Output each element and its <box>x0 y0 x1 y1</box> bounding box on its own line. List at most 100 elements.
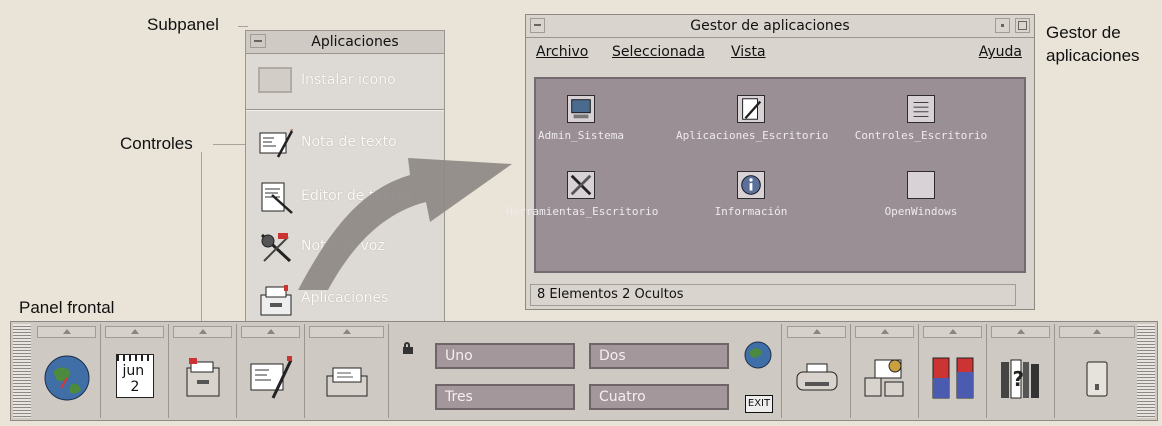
calendar-month: jun <box>122 363 145 379</box>
callout-controles: Controles <box>120 134 193 153</box>
menu-seleccionada[interactable]: Seleccionada <box>612 44 705 60</box>
install-icon-box-icon <box>258 67 292 93</box>
fp-slot-help: ? <box>987 324 1055 418</box>
subpanel-arrow-button[interactable] <box>37 326 96 338</box>
install-icon-label: Instalar icono <box>301 72 396 88</box>
subpanel-arrow-button[interactable] <box>991 326 1050 338</box>
app-manager-window: Gestor de aplicaciones Archivo Seleccion… <box>506 14 1035 310</box>
note-pen-icon[interactable] <box>247 354 295 402</box>
fp-slot-printer <box>783 324 851 418</box>
workspace-button[interactable]: Dos <box>589 343 729 369</box>
app-manager-titlebar[interactable]: Gestor de aplicaciones <box>526 15 1034 38</box>
app-group-label: OpenWindows <box>884 205 958 218</box>
trash-can-icon[interactable] <box>1073 354 1121 402</box>
app-group-item[interactable]: OpenWindows <box>846 171 996 229</box>
computer-icon <box>567 95 595 123</box>
front-panel: jun 2 Uno Dos Tres Cuatro EXIT ? <box>10 321 1158 421</box>
printer-icon[interactable] <box>793 354 841 402</box>
fp-slot-text-editor <box>237 324 305 418</box>
tools-icon <box>567 171 595 199</box>
menu-ayuda[interactable]: Ayuda <box>979 44 1022 60</box>
calendar-icon[interactable]: jun 2 <box>115 354 154 398</box>
pencil-pad-icon <box>737 95 765 123</box>
callout-gestor-line1: Gestor de <box>1046 23 1121 42</box>
workspace-label: Tres <box>445 389 473 405</box>
fp-slot-performance-meter <box>919 324 987 418</box>
help-books-icon[interactable]: ? <box>997 354 1045 402</box>
subpanel-titlebar[interactable]: Aplicaciones <box>246 31 444 54</box>
fp-slot-mailer <box>305 324 389 418</box>
fp-divider <box>781 324 782 418</box>
app-groups-area[interactable]: Admin_Sistema Aplicaciones_Escritorio Co… <box>506 77 1026 273</box>
app-group-item[interactable]: Herramientas_Escritorio <box>506 171 658 229</box>
minimize-button[interactable] <box>995 18 1010 33</box>
menu-vista[interactable]: Vista <box>731 44 766 60</box>
subpanel-title: Aplicaciones <box>311 34 399 50</box>
fp-slot-trash <box>1055 324 1139 418</box>
subpanel-arrow-button[interactable] <box>923 326 982 338</box>
subpanel-arrow-button[interactable] <box>1059 326 1135 338</box>
app-drawer-icon <box>260 285 292 316</box>
svg-text:?: ? <box>1012 367 1024 391</box>
fp-slot-file-manager <box>169 324 237 418</box>
fp-slot-clock <box>33 324 101 418</box>
globe-clock-icon[interactable] <box>43 354 91 402</box>
style-manager-icon[interactable] <box>861 354 909 402</box>
app-group-item[interactable]: Controles_Escritorio <box>846 95 996 153</box>
window-menu-button[interactable] <box>530 18 545 33</box>
app-group-label: Controles_Escritorio <box>854 129 988 142</box>
lock-icon[interactable] <box>403 342 413 354</box>
fp-slot-style-manager <box>851 324 919 418</box>
fp-slot-calendar: jun 2 <box>101 324 169 418</box>
text-editor-icon <box>261 182 293 214</box>
app-manager-statusbar: 8 Elementos 2 Ocultos <box>530 284 1016 306</box>
subpanel-separator <box>246 109 444 111</box>
file-cabinet-icon[interactable] <box>179 354 227 402</box>
subpanel-arrow-button[interactable] <box>241 326 300 338</box>
microphone-icon <box>260 233 292 263</box>
workspace-button[interactable]: Tres <box>435 384 575 410</box>
app-manager-title: Gestor de aplicaciones <box>690 18 850 34</box>
callout-panel-frontal: Panel frontal <box>19 298 115 317</box>
exit-button[interactable]: EXIT <box>745 395 773 413</box>
subpanel-item-label: Aplicaciones <box>301 290 389 306</box>
window-icon <box>907 171 935 199</box>
menu-seleccionada-label: Seleccionada <box>612 44 705 60</box>
menu-archivo-label: Archivo <box>536 44 589 60</box>
callout-subpanel-leader <box>238 26 248 27</box>
app-group-label: Admin_Sistema <box>537 129 625 142</box>
calendar-day: 2 <box>130 379 140 395</box>
app-group-item[interactable]: Admin_Sistema <box>506 95 656 153</box>
app-manager-menubar: Archivo Seleccionada Vista Ayuda <box>526 38 1034 68</box>
app-group-item[interactable]: Información <box>676 171 826 229</box>
front-panel-right-handle[interactable] <box>1137 324 1155 418</box>
status-text: 8 Elementos 2 Ocultos <box>537 287 684 302</box>
workspace-button[interactable]: Cuatro <box>589 384 729 410</box>
workspace-label: Uno <box>445 348 473 364</box>
install-icon-dropzone[interactable]: Instalar icono <box>246 57 444 107</box>
subpanel-arrow-button[interactable] <box>309 326 384 338</box>
menu-vista-label: Vista <box>731 44 766 60</box>
exit-label: EXIT <box>747 398 771 409</box>
app-group-item[interactable]: Aplicaciones_Escritorio <box>676 95 829 153</box>
mail-tray-icon[interactable] <box>323 354 371 402</box>
front-panel-left-handle[interactable] <box>13 324 31 418</box>
window-menu-button[interactable] <box>250 34 266 48</box>
maximize-button[interactable] <box>1015 18 1030 33</box>
performance-meter-icon[interactable] <box>929 354 977 402</box>
subpanel-arrow-button[interactable] <box>855 326 914 338</box>
subpanel-arrow-button[interactable] <box>787 326 846 338</box>
flow-arrow-icon <box>298 158 512 290</box>
subpanel-arrow-button[interactable] <box>105 326 164 338</box>
workspace-button[interactable]: Uno <box>435 343 575 369</box>
subpanel-arrow-button[interactable] <box>173 326 232 338</box>
callout-subpanel: Subpanel <box>147 15 219 34</box>
callout-gestor-line2: aplicaciones <box>1046 46 1140 65</box>
list-icon <box>907 95 935 123</box>
callout-controles-vertical-leader <box>201 152 202 322</box>
note-pen-icon <box>259 129 294 158</box>
busy-globe-icon <box>744 341 772 369</box>
menu-archivo[interactable]: Archivo <box>536 44 588 60</box>
app-group-label: Aplicaciones_Escritorio <box>676 129 829 142</box>
menu-ayuda-label: Ayuda <box>978 44 1022 60</box>
